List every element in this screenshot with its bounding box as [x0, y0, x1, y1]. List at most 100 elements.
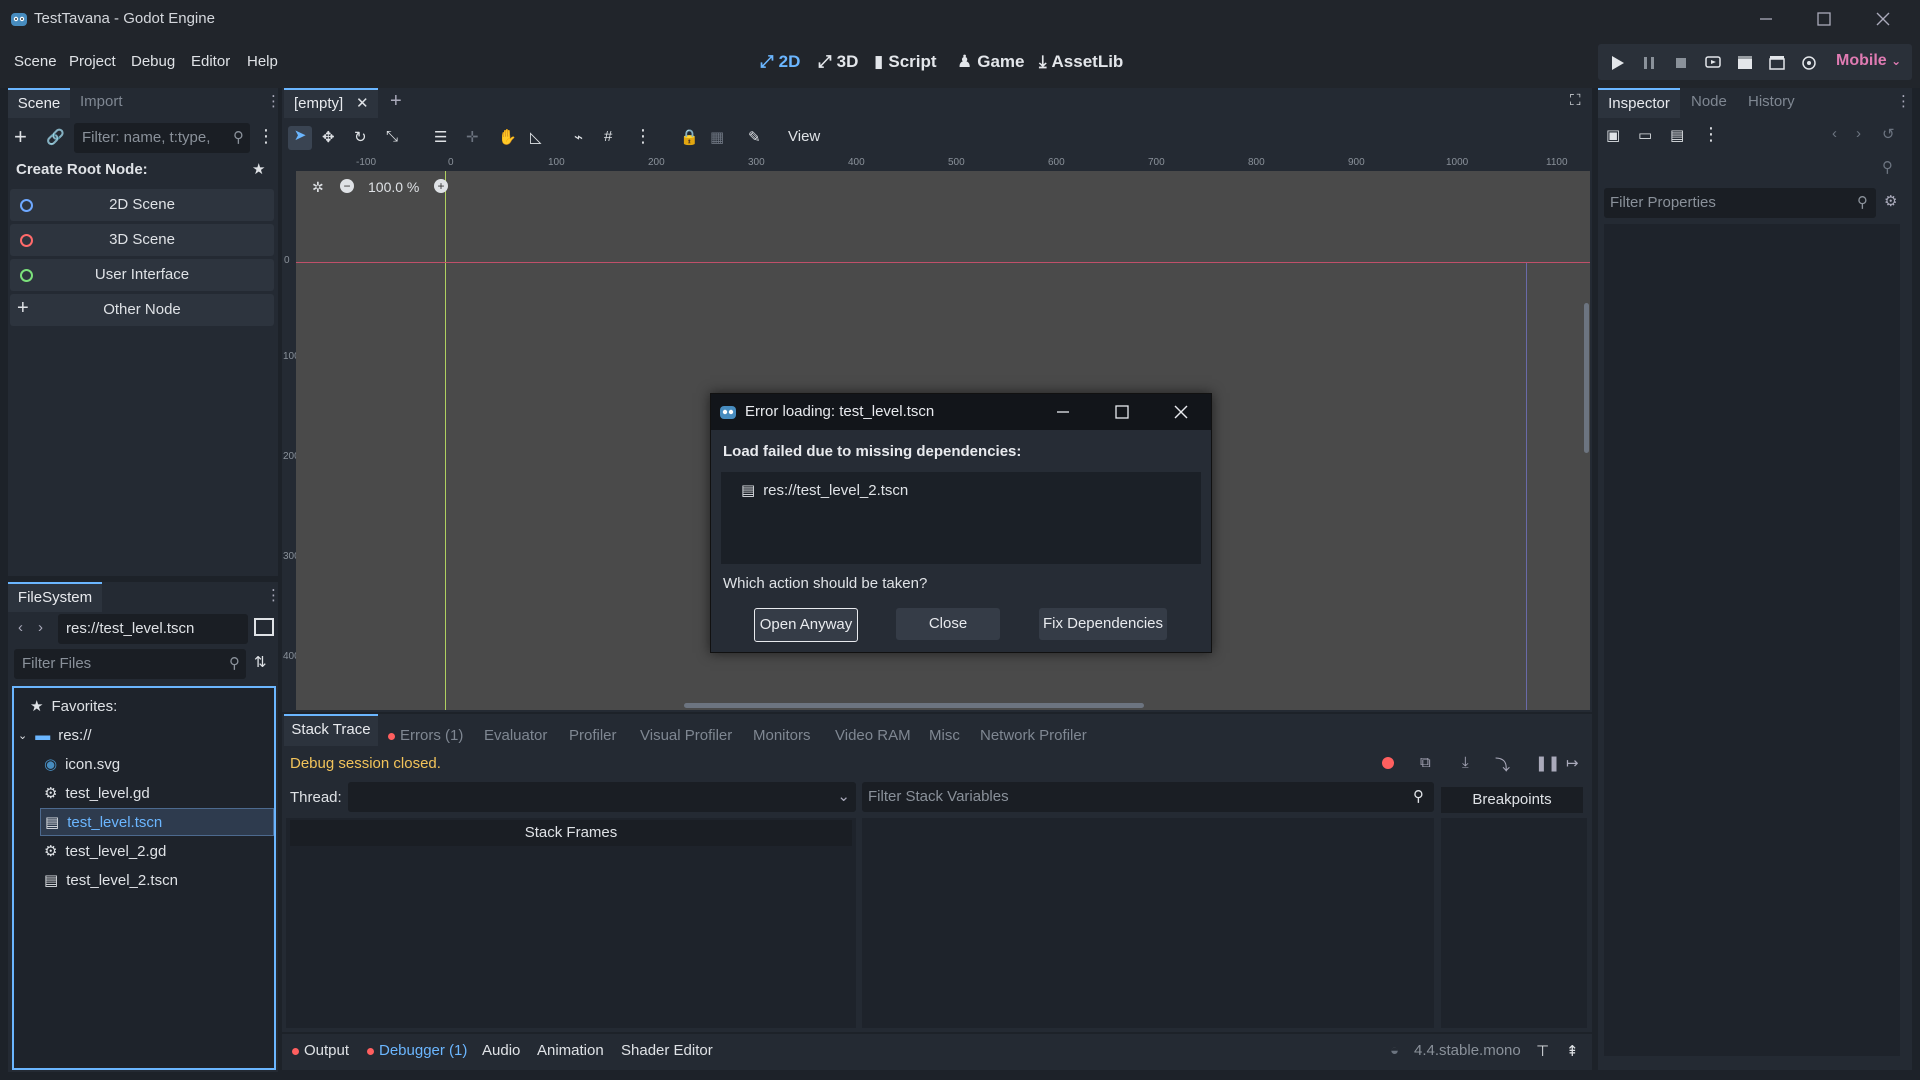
- workspace-script-tab[interactable]: ▮ Script: [874, 52, 937, 72]
- ruler-tool-icon[interactable]: ◺: [530, 128, 542, 146]
- filter-stack-variables-field[interactable]: Filter Stack Variables ⚲: [862, 782, 1434, 812]
- menu-project[interactable]: Project: [69, 53, 116, 70]
- pin-icon[interactable]: ⊤: [1536, 1042, 1549, 1060]
- lock-icon[interactable]: 🔒: [680, 128, 699, 146]
- workspace-assetlib-tab[interactable]: ⤓ AssetLib: [1039, 52, 1123, 72]
- tab-misc[interactable]: Misc: [929, 727, 960, 744]
- fix-dependencies-button[interactable]: Fix Dependencies: [1039, 608, 1167, 640]
- workspace-game-tab[interactable]: ♟ Game: [957, 52, 1025, 72]
- favorite-star-icon[interactable]: ★: [252, 160, 265, 178]
- tab-network-profiler[interactable]: Network Profiler: [980, 727, 1087, 744]
- bottom-tab-shader-editor[interactable]: Shader Editor: [621, 1042, 713, 1059]
- close-window-icon[interactable]: [1872, 8, 1894, 30]
- filter-files-field[interactable]: Filter Files ⚲: [14, 649, 246, 679]
- open-folder-icon[interactable]: ▭: [1638, 126, 1652, 144]
- menu-debug[interactable]: Debug: [131, 53, 175, 70]
- break-icon[interactable]: ❚❚: [1535, 754, 1560, 772]
- close-button[interactable]: Close: [896, 608, 1000, 640]
- step-over-icon[interactable]: ⤵: [1495, 754, 1510, 775]
- movie-maker-icon[interactable]: [1799, 53, 1819, 73]
- save-icon[interactable]: ▤: [1670, 126, 1684, 144]
- history-icon[interactable]: ↺: [1882, 125, 1895, 143]
- close-icon[interactable]: ✕: [356, 94, 369, 112]
- tab-video-ram[interactable]: Video RAM: [835, 727, 911, 744]
- snap-options-icon[interactable]: ⋮: [634, 126, 652, 147]
- horizontal-scrollbar[interactable]: [684, 703, 1144, 708]
- add-node-icon[interactable]: +: [14, 126, 44, 148]
- tab-errors[interactable]: Errors (1): [388, 727, 463, 744]
- move-tool-icon[interactable]: ✥: [322, 128, 335, 146]
- path-field[interactable]: res://test_level.tscn: [58, 614, 248, 644]
- distraction-free-icon[interactable]: ⛶: [1570, 92, 1581, 109]
- inspector-menu-icon[interactable]: ⋮: [1702, 124, 1720, 145]
- expand-panel-icon[interactable]: ⇞: [1566, 1042, 1579, 1060]
- tab-inspector[interactable]: Inspector: [1598, 88, 1680, 118]
- scale-tool-icon[interactable]: ⤡: [386, 128, 398, 145]
- renderer-selector[interactable]: Mobile ⌄: [1836, 52, 1901, 70]
- forward-icon[interactable]: ›: [38, 619, 43, 636]
- inspector-options-icon[interactable]: ⚙: [1884, 192, 1897, 210]
- menu-help[interactable]: Help: [247, 53, 278, 70]
- pan-tool-icon[interactable]: ✋: [498, 128, 517, 146]
- split-view-icon[interactable]: [254, 618, 274, 636]
- tree-item-test-level-2-gd[interactable]: ⚙ test_level_2.gd: [44, 838, 166, 864]
- tab-evaluator[interactable]: Evaluator: [484, 727, 547, 744]
- thread-select[interactable]: ⌄: [348, 782, 856, 812]
- record-icon[interactable]: [1382, 757, 1394, 769]
- pivot-tool-icon[interactable]: ✛: [466, 128, 479, 146]
- remote-debug-icon[interactable]: [1703, 53, 1723, 73]
- zoom-out-icon[interactable]: −: [340, 179, 354, 193]
- maximize-icon[interactable]: [1813, 8, 1835, 30]
- menu-editor[interactable]: Editor: [191, 53, 230, 70]
- tab-history[interactable]: History: [1748, 88, 1795, 116]
- tab-stack-trace[interactable]: Stack Trace: [284, 714, 378, 746]
- tree-item-test-level-tscn[interactable]: ▤ test_level.tscn: [40, 808, 274, 836]
- tab-visual-profiler[interactable]: Visual Profiler: [640, 727, 732, 744]
- root-3d-scene-button[interactable]: 3D Scene: [10, 224, 274, 256]
- rotate-tool-icon[interactable]: ↻: [354, 128, 367, 146]
- bottom-tab-audio[interactable]: Audio: [482, 1042, 520, 1059]
- pause-icon[interactable]: [1639, 53, 1659, 73]
- vertical-scrollbar[interactable]: [1584, 303, 1589, 453]
- sort-icon[interactable]: ⇅: [254, 653, 267, 671]
- center-view-icon[interactable]: ✲: [312, 179, 324, 196]
- open-anyway-button[interactable]: Open Anyway: [754, 608, 858, 642]
- play-scene-icon[interactable]: [1735, 53, 1755, 73]
- stop-icon[interactable]: [1671, 53, 1691, 73]
- zoom-in-icon[interactable]: +: [434, 179, 448, 193]
- dock-menu-icon[interactable]: ⋮: [266, 586, 281, 604]
- grid-snap-icon[interactable]: #: [604, 128, 612, 145]
- minimize-icon[interactable]: [1755, 8, 1777, 30]
- workspace-3d-tab[interactable]: ⤢ 3D: [818, 52, 858, 72]
- scene-filter-field[interactable]: Filter: name, t:type, ⚲: [74, 123, 250, 153]
- tree-item-favorites[interactable]: ★ Favorites:: [30, 693, 117, 719]
- bone-tool-icon[interactable]: ✎: [748, 128, 761, 146]
- root-other-node-button[interactable]: + Other Node: [10, 294, 274, 326]
- tree-item-test-level-2-tscn[interactable]: ▤ test_level_2.tscn: [44, 867, 178, 893]
- close-icon[interactable]: [1171, 402, 1191, 422]
- continue-icon[interactable]: ↦: [1566, 754, 1579, 772]
- group-icon[interactable]: ▦: [710, 128, 724, 146]
- workspace-2d-tab[interactable]: ⤢ 2D: [760, 52, 800, 72]
- step-into-icon[interactable]: ⤓: [1462, 754, 1469, 771]
- tab-node[interactable]: Node: [1691, 88, 1727, 116]
- root-2d-scene-button[interactable]: 2D Scene: [10, 189, 274, 221]
- scene-menu-icon[interactable]: ⋮: [257, 126, 275, 147]
- tree-item-icon-svg[interactable]: ◉ icon.svg: [44, 751, 120, 777]
- minimize-icon[interactable]: [1053, 402, 1073, 422]
- smart-snap-icon[interactable]: ⌁: [574, 128, 583, 146]
- tree-item-test-level-gd[interactable]: ⚙ test_level.gd: [44, 780, 150, 806]
- root-user-interface-button[interactable]: User Interface: [10, 259, 274, 291]
- link-icon[interactable]: 🔗: [46, 128, 65, 146]
- tree-item-res[interactable]: ⌄ ▬ res://: [18, 722, 92, 748]
- tab-monitors[interactable]: Monitors: [753, 727, 811, 744]
- dependency-item[interactable]: ▤ res://test_level_2.tscn: [741, 481, 908, 500]
- tab-scene[interactable]: Scene: [8, 88, 70, 118]
- maximize-icon[interactable]: [1112, 402, 1132, 422]
- select-tool-icon[interactable]: ➤: [288, 126, 312, 150]
- tab-filesystem[interactable]: FileSystem: [8, 582, 102, 612]
- view-menu[interactable]: View: [788, 128, 820, 145]
- scene-tab-empty[interactable]: [empty] ✕: [284, 88, 378, 118]
- history-back-icon[interactable]: ‹: [1832, 125, 1837, 142]
- bottom-tab-animation[interactable]: Animation: [537, 1042, 604, 1059]
